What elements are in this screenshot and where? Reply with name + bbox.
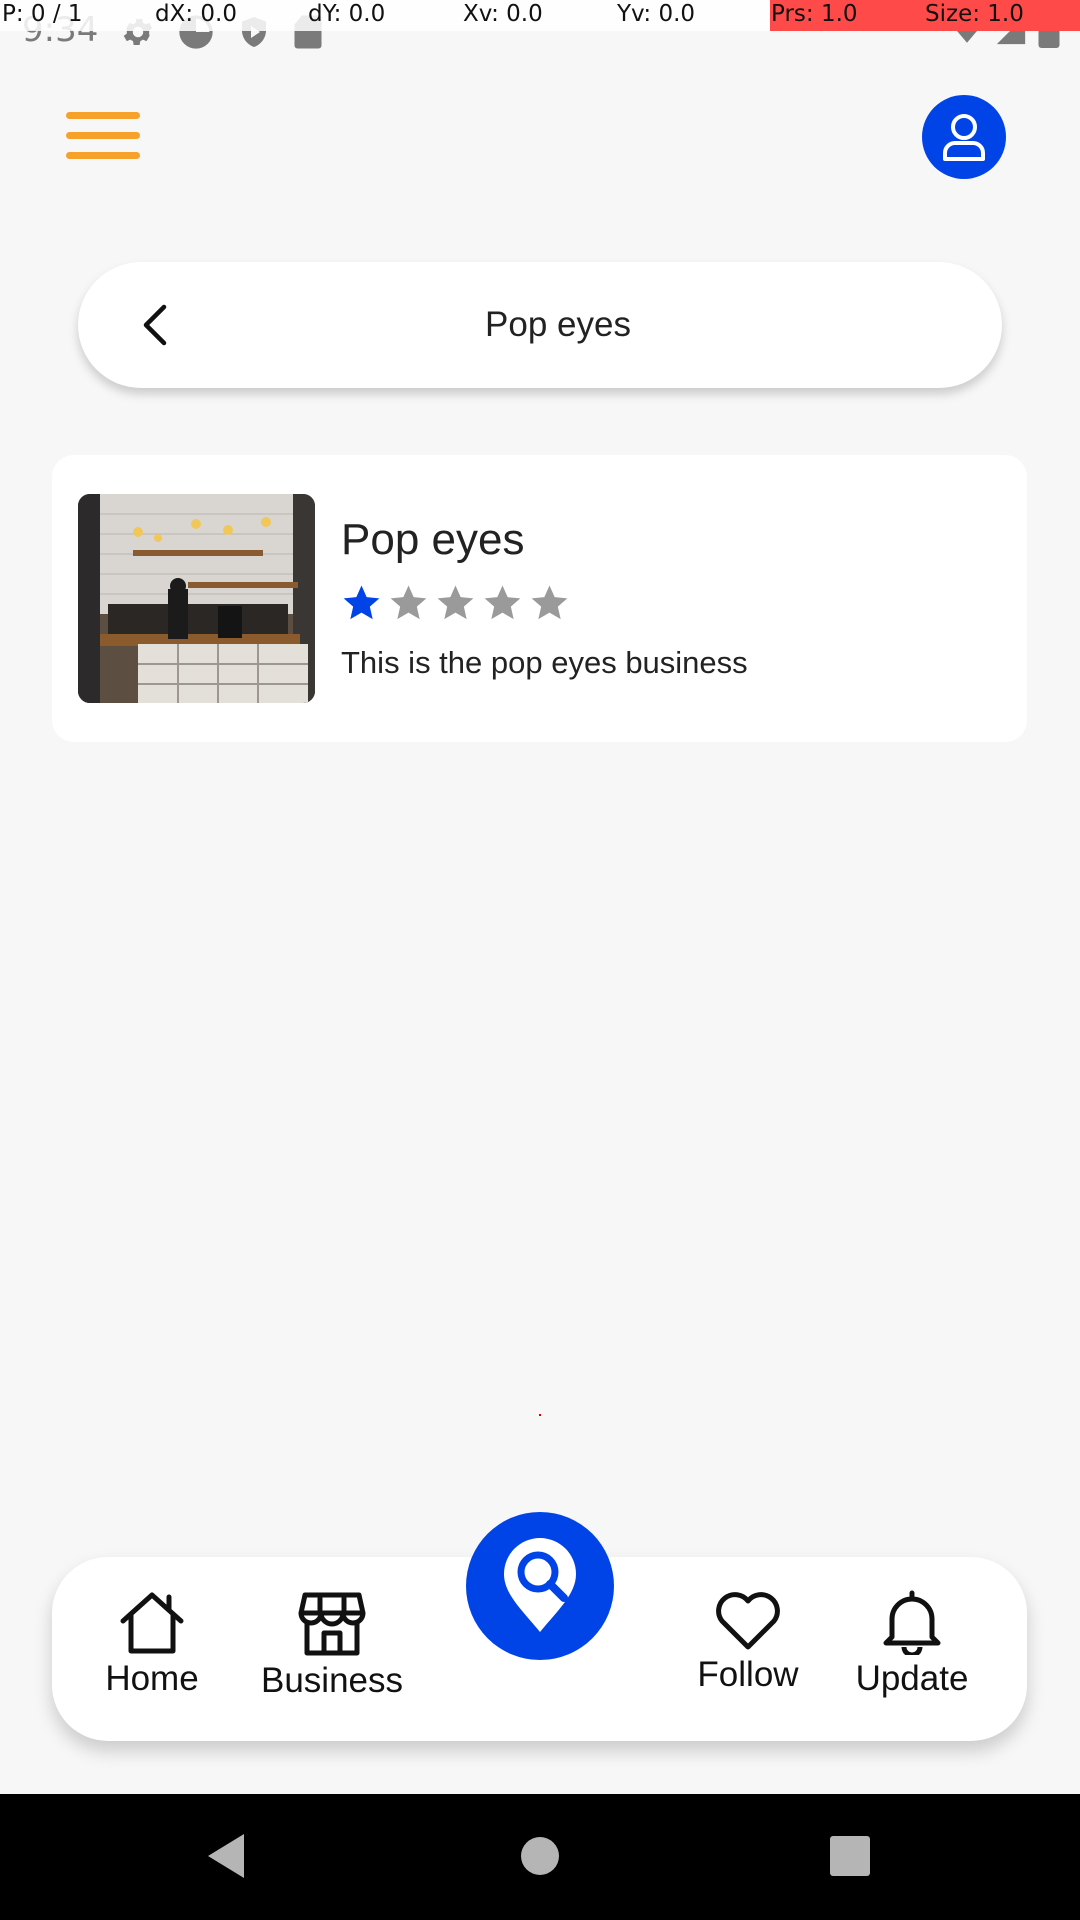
star-empty-icon [484, 585, 521, 620]
overlay-dy: dY: 0.0 [308, 1, 386, 27]
star-empty-icon [437, 585, 474, 620]
home-icon [120, 1592, 184, 1654]
system-recents-button[interactable] [820, 1826, 880, 1886]
chevron-left-icon [143, 304, 167, 346]
circle-home-icon [521, 1837, 559, 1875]
map-search-fab[interactable] [466, 1512, 614, 1660]
heart-icon [716, 1592, 780, 1650]
business-thumbnail-image [78, 494, 315, 703]
pointer-location-overlay: P: 0 / 1 dX: 0.0 dY: 0.0 Xv: 0.0 Yv: 0.0… [0, 0, 1080, 31]
hamburger-menu-button[interactable] [62, 108, 146, 168]
nav-label-business: Business [260, 1661, 404, 1700]
triangle-back-icon [208, 1834, 244, 1878]
star-filled-icon [343, 585, 380, 620]
system-navigation-bar [0, 1794, 1080, 1920]
nav-label-follow: Follow [697, 1655, 799, 1694]
star-rating [341, 583, 570, 623]
nav-item-home[interactable]: Home [96, 1589, 208, 1699]
cafe-interior-photo [78, 494, 315, 703]
nav-item-follow[interactable]: Follow [678, 1591, 818, 1695]
overlay-xv: Xv: 0.0 [463, 1, 543, 27]
bell-icon [883, 1590, 941, 1655]
nav-label-update: Update [855, 1659, 969, 1698]
overlay-pressure: Prs: 1.0 [771, 1, 858, 27]
nav-label-home: Home [105, 1659, 199, 1698]
nav-item-business[interactable]: Business [252, 1589, 412, 1701]
search-input[interactable] [200, 262, 916, 388]
overlay-dx: dX: 0.0 [155, 1, 237, 27]
system-home-button[interactable] [510, 1826, 570, 1886]
nav-item-update[interactable]: Update [842, 1589, 982, 1699]
user-profile-icon [943, 114, 985, 161]
system-back-button[interactable] [196, 1826, 256, 1886]
overlay-size: Size: 1.0 [925, 1, 1024, 27]
overlay-yv: Yv: 0.0 [617, 1, 696, 27]
business-description: This is the pop eyes business [341, 645, 748, 680]
menu-line [66, 132, 140, 139]
back-button[interactable] [130, 300, 180, 350]
star-empty-icon [390, 585, 427, 620]
square-recents-icon [830, 1836, 870, 1876]
business-result-card[interactable]: Pop eyes This is the pop eyes business [52, 455, 1027, 742]
star-empty-icon [531, 585, 568, 620]
overlay-pointer: P: 0 / 1 [2, 1, 83, 27]
menu-line [66, 152, 140, 159]
map-pin-search-icon [504, 1538, 576, 1632]
hamburger-menu-icon [66, 112, 140, 119]
profile-button[interactable] [922, 95, 1006, 179]
touch-indicator-dot [539, 1414, 541, 1416]
storefront-icon [298, 1592, 366, 1656]
business-title: Pop eyes [341, 515, 525, 564]
